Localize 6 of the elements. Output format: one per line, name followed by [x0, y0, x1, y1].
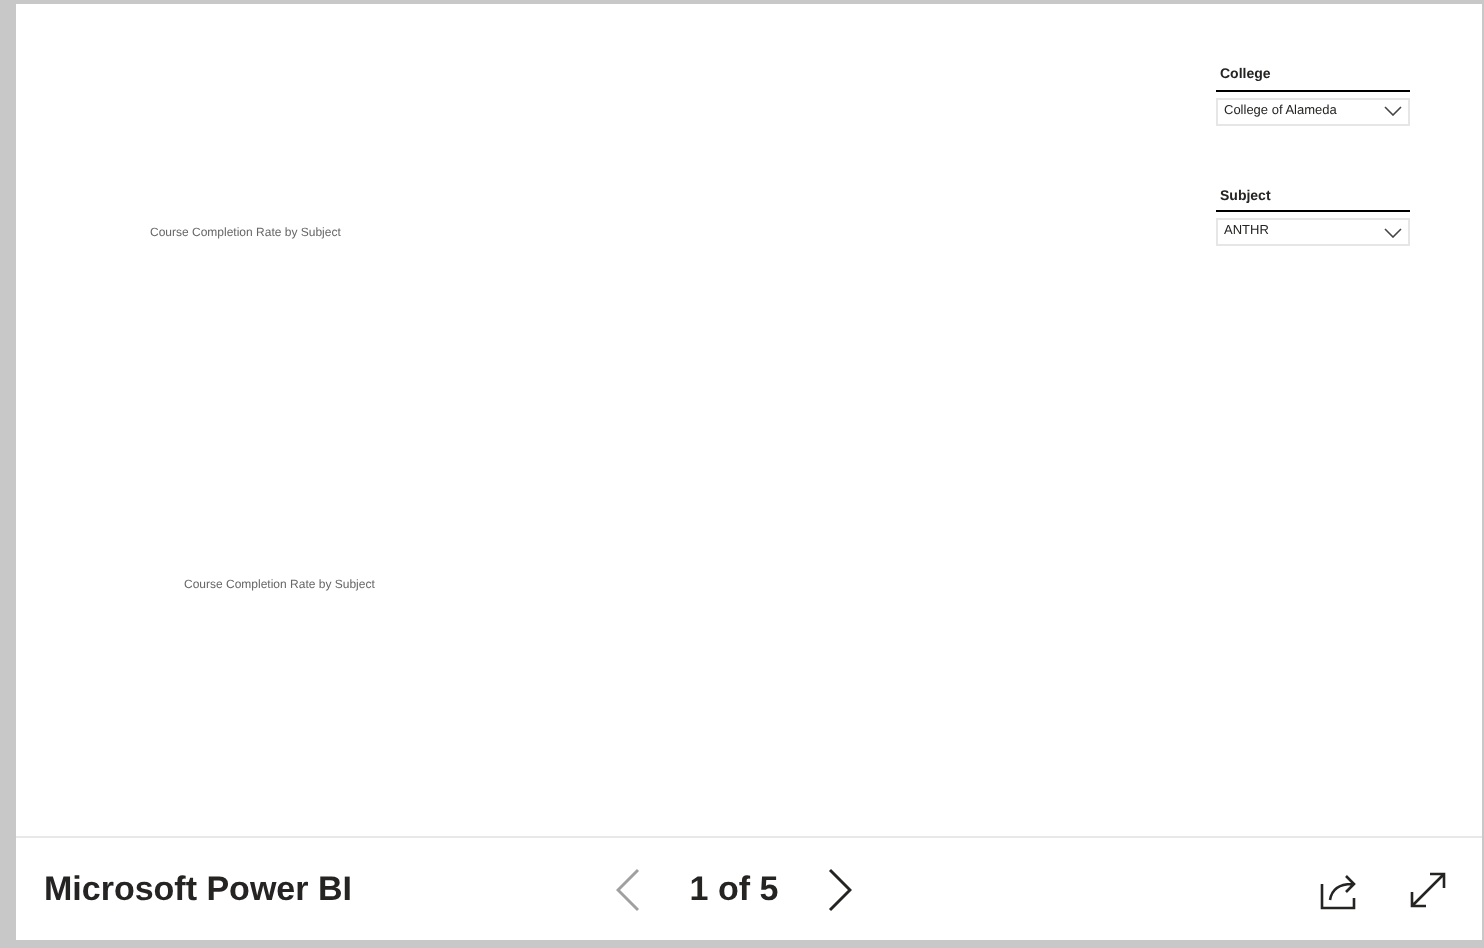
page-indicator: 1 of 5 [687, 867, 781, 912]
chevron-right-icon [828, 867, 852, 911]
chevron-down-icon [1384, 106, 1402, 116]
chevron-left-icon [616, 867, 640, 911]
chevron-down-icon [1384, 227, 1402, 237]
brand-title: Microsoft Power BI [44, 867, 354, 912]
